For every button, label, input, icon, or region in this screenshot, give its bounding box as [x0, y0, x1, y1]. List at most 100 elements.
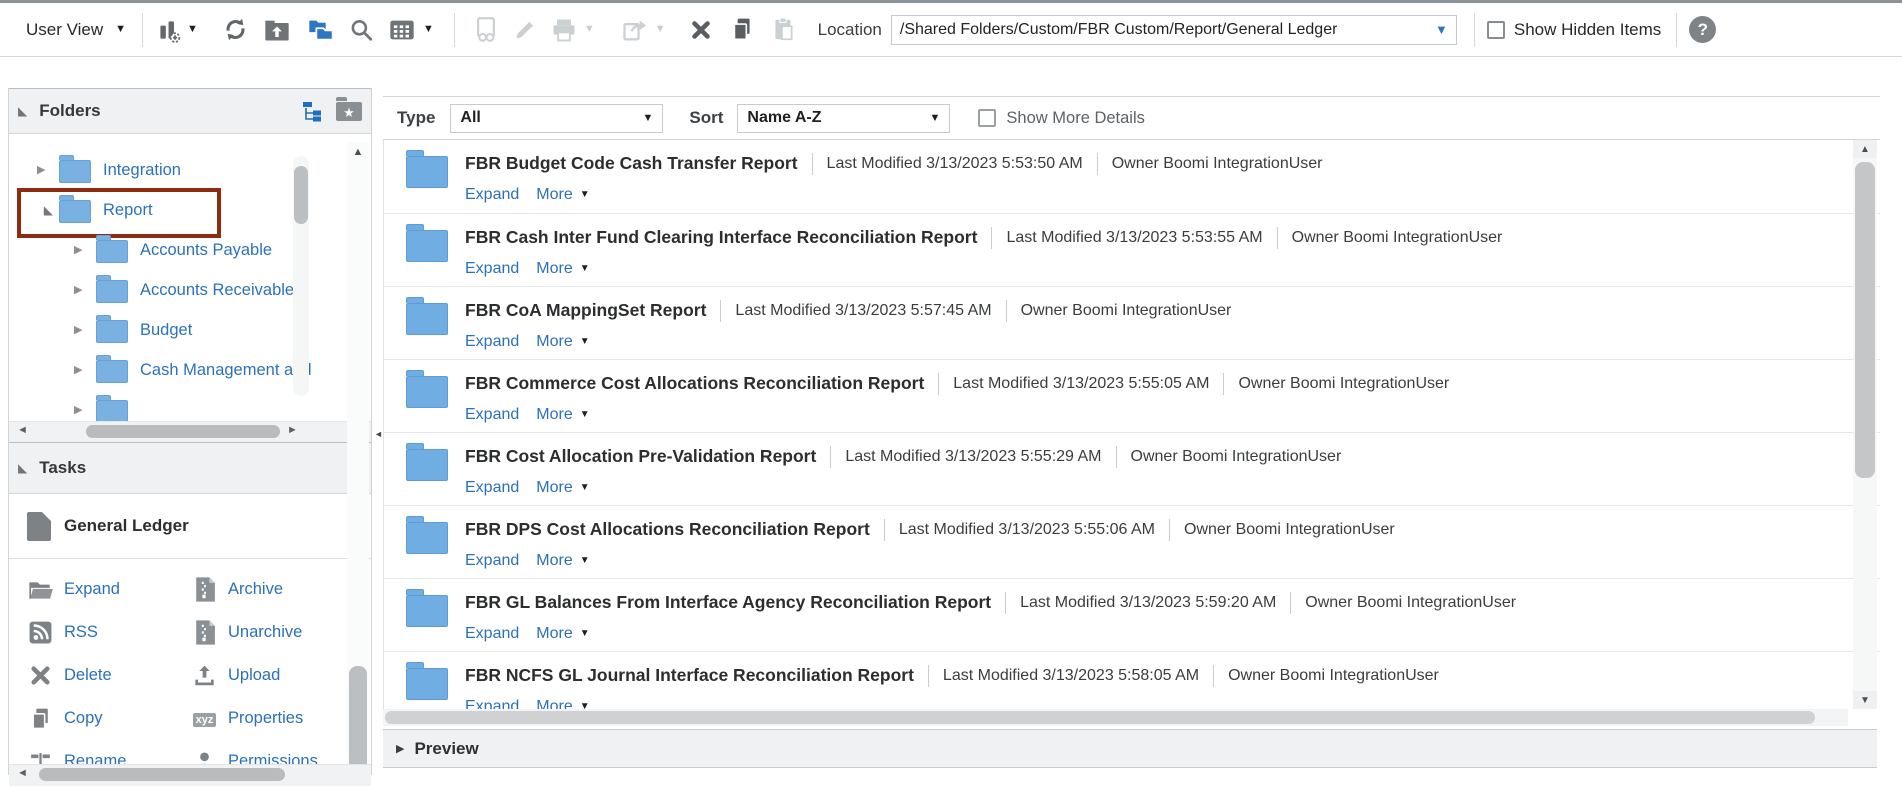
copy-pages-icon[interactable] [729, 16, 755, 43]
tasks-horizontal-scrollbar[interactable]: ◄ [9, 764, 371, 786]
folder-tree-node[interactable]: ▶ Accounts Receivable [9, 270, 371, 310]
task-action-label[interactable]: Unarchive [228, 623, 302, 642]
expand-link[interactable]: Expand [465, 260, 519, 278]
more-caret-icon[interactable]: ▼ [580, 264, 590, 274]
location-dropdown[interactable]: /Shared Folders/Custom/FBR Custom/Report… [891, 15, 1457, 45]
task-action-label[interactable]: Delete [64, 666, 112, 685]
sidebar-vertical-scrollbar[interactable]: ▲ [347, 142, 369, 771]
sort-caret-icon[interactable]: ▼ [930, 113, 941, 124]
tree-node-toggle-icon[interactable]: ▶ [74, 285, 90, 296]
delete-x-icon[interactable] [688, 17, 714, 43]
folder-name[interactable]: Accounts Receivable [140, 281, 294, 300]
task-action-label[interactable]: RSS [64, 623, 98, 642]
scroll-left-icon[interactable]: ◄ [17, 768, 28, 779]
folder-name[interactable]: Accounts Payable [140, 241, 272, 260]
folders-vertical-scrollbar[interactable] [293, 156, 309, 396]
task-action-label[interactable]: Archive [228, 580, 283, 599]
copy-folders-icon[interactable] [307, 17, 335, 43]
folder-name[interactable]: Integration [103, 161, 181, 180]
upload-folder-icon[interactable] [263, 17, 291, 43]
folder-tree-node[interactable]: ▶ Integration [9, 150, 371, 190]
task-action-label[interactable]: Properties [228, 709, 303, 728]
item-title[interactable]: FBR Commerce Cost Allocations Reconcilia… [465, 373, 924, 394]
expand-link[interactable]: Expand [465, 333, 519, 351]
more-link[interactable]: More [536, 406, 572, 424]
expand-link[interactable]: Expand [465, 406, 519, 424]
show-hidden-checkbox[interactable] [1487, 21, 1505, 39]
task-action-label[interactable]: Copy [64, 709, 103, 728]
preview-expand-icon[interactable]: ▶ [396, 742, 404, 755]
list-view-icon[interactable] [388, 17, 416, 43]
task-action[interactable]: Archive [191, 573, 371, 606]
task-action-label[interactable]: Expand [64, 580, 120, 599]
more-caret-icon[interactable]: ▼ [580, 556, 590, 566]
item-title[interactable]: FBR CoA MappingSet Report [465, 300, 706, 321]
tasks-collapse-icon[interactable]: ◢ [18, 462, 27, 474]
folders-horizontal-scrollbar[interactable]: ◄ ► [9, 421, 371, 442]
folder-tree-node[interactable]: ◢ Report [9, 190, 371, 230]
task-action[interactable]: Unarchive [191, 616, 371, 649]
item-title[interactable]: FBR Cash Inter Fund Clearing Interface R… [465, 227, 977, 248]
item-title[interactable]: FBR NCFS GL Journal Interface Reconcilia… [465, 665, 914, 686]
more-caret-icon[interactable]: ▼ [580, 410, 590, 420]
folder-name[interactable]: Budget [140, 321, 192, 340]
user-view-caret-icon[interactable]: ▼ [115, 24, 126, 35]
more-caret-icon[interactable]: ▼ [580, 190, 590, 200]
expand-link[interactable]: Expand [465, 625, 519, 643]
scrollbar-thumb[interactable] [39, 768, 285, 781]
list-view-caret-icon[interactable]: ▼ [423, 24, 434, 35]
tree-node-toggle-icon[interactable]: ▶ [74, 365, 90, 376]
tree-node-toggle-icon[interactable]: ▶ [74, 325, 90, 336]
sort-select[interactable]: Name A-Z ▼ [737, 104, 950, 133]
more-link[interactable]: More [536, 698, 572, 710]
task-action[interactable]: Upload [191, 659, 371, 692]
help-icon[interactable]: ? [1689, 16, 1716, 43]
search-icon[interactable] [348, 17, 374, 43]
task-action[interactable]: Copy [27, 702, 191, 735]
folder-name[interactable]: Report [103, 201, 153, 220]
folders-collapse-icon[interactable]: ◢ [18, 105, 27, 117]
item-title[interactable]: FBR Budget Code Cash Transfer Report [465, 153, 798, 174]
scrollbar-thumb[interactable] [294, 166, 308, 224]
more-caret-icon[interactable]: ▼ [580, 629, 590, 639]
folder-name[interactable]: Cash Management and [140, 361, 312, 380]
tree-node-toggle-icon[interactable]: ▶ [37, 165, 53, 176]
preview-bar[interactable]: ▶ Preview [383, 729, 1877, 768]
tree-node-toggle-icon[interactable]: ◢ [37, 204, 53, 216]
type-select[interactable]: All ▼ [450, 104, 663, 133]
scroll-left-icon[interactable]: ◄ [17, 425, 28, 436]
scrollbar-thumb[interactable] [1855, 162, 1875, 478]
user-view-dropdown[interactable]: User View [26, 20, 103, 40]
collapse-tree-icon[interactable] [301, 100, 323, 122]
expand-link[interactable]: Expand [465, 479, 519, 497]
item-title[interactable]: FBR DPS Cost Allocations Reconciliation … [465, 519, 870, 540]
more-caret-icon[interactable]: ▼ [580, 483, 590, 493]
scrollbar-thumb[interactable] [86, 425, 280, 438]
item-title[interactable]: FBR GL Balances From Interface Agency Re… [465, 592, 991, 613]
item-title[interactable]: FBR Cost Allocation Pre-Validation Repor… [465, 446, 816, 467]
scroll-right-icon[interactable]: ► [287, 425, 298, 436]
list-vertical-scrollbar[interactable]: ▲ ▼ [1853, 140, 1877, 709]
new-object-icon[interactable] [155, 17, 181, 43]
more-link[interactable]: More [536, 260, 572, 278]
expand-link[interactable]: Expand [465, 186, 519, 204]
type-caret-icon[interactable]: ▼ [643, 113, 654, 124]
more-caret-icon[interactable]: ▼ [580, 702, 590, 710]
folder-tree-node[interactable]: ▶ Accounts Payable [9, 230, 371, 270]
location-caret-icon[interactable]: ▼ [1435, 22, 1448, 37]
folders-panel-header[interactable]: ◢ Folders ★ [9, 88, 371, 134]
more-link[interactable]: More [536, 552, 572, 570]
expand-link[interactable]: Expand [465, 698, 519, 710]
more-caret-icon[interactable]: ▼ [580, 337, 590, 347]
task-action[interactable]: xyz Properties [191, 702, 371, 735]
more-link[interactable]: More [536, 479, 572, 497]
show-more-details-checkbox[interactable] [978, 109, 996, 127]
scrollbar-thumb[interactable] [349, 666, 367, 770]
task-action-label[interactable]: Upload [228, 666, 280, 685]
tree-node-toggle-icon[interactable]: ▶ [74, 245, 90, 256]
scroll-up-icon[interactable]: ▲ [1853, 140, 1877, 158]
folder-tree-node[interactable]: ▶ Budget [9, 310, 371, 350]
favorites-folder-icon[interactable]: ★ [336, 102, 362, 121]
more-link[interactable]: More [536, 186, 572, 204]
tree-node-toggle-icon[interactable]: ▶ [74, 405, 90, 416]
